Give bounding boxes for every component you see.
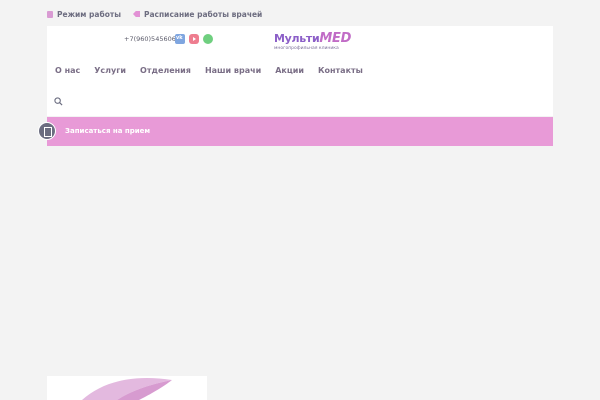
logo-wordmark: МультиMED <box>274 31 351 46</box>
bottom-card <box>47 376 207 400</box>
top-bar: Режим работы Расписание работы врачей <box>47 8 262 20</box>
logo-subtitle: многопрофильная клиника <box>274 46 339 51</box>
doctors-schedule-label: Расписание работы врачей <box>144 9 263 19</box>
appointment-bar[interactable]: Записаться на прием <box>38 117 553 146</box>
nav-item-contacts[interactable]: Контакты <box>318 66 363 75</box>
nav-item-doctors[interactable]: Наши врачи <box>205 66 261 75</box>
main-nav: О нас Услуги Отделения Наши врачи Акции … <box>55 66 363 75</box>
youtube-icon[interactable] <box>189 34 199 44</box>
site-header: +7(960)5456060 МультиMED многопрофильная… <box>47 26 553 116</box>
logo-accent-text: MED <box>319 31 352 46</box>
appointment-label: Записаться на прием <box>65 127 151 135</box>
calendar-icon <box>47 10 53 18</box>
work-hours-label: Режим работы <box>57 9 121 19</box>
doctors-schedule-link[interactable]: Расписание работы врачей <box>133 10 262 19</box>
nav-item-about[interactable]: О нас <box>55 66 80 75</box>
leaf-icon <box>82 378 172 400</box>
phone-number[interactable]: +7(960)5456060 <box>124 35 180 43</box>
nav-item-departments[interactable]: Отделения <box>140 66 191 75</box>
site-logo[interactable]: МультиMED многопрофильная клиника <box>274 31 351 53</box>
nav-item-services[interactable]: Услуги <box>94 66 126 75</box>
nav-item-promotions[interactable]: Акции <box>275 66 304 75</box>
whatsapp-icon[interactable] <box>203 34 213 44</box>
tag-icon <box>133 11 140 17</box>
search-icon[interactable] <box>54 97 63 106</box>
work-hours-link[interactable]: Режим работы <box>47 10 121 19</box>
calendar-icon <box>38 122 56 140</box>
vk-icon[interactable] <box>175 34 185 44</box>
logo-main-text: Мульти <box>274 32 320 45</box>
